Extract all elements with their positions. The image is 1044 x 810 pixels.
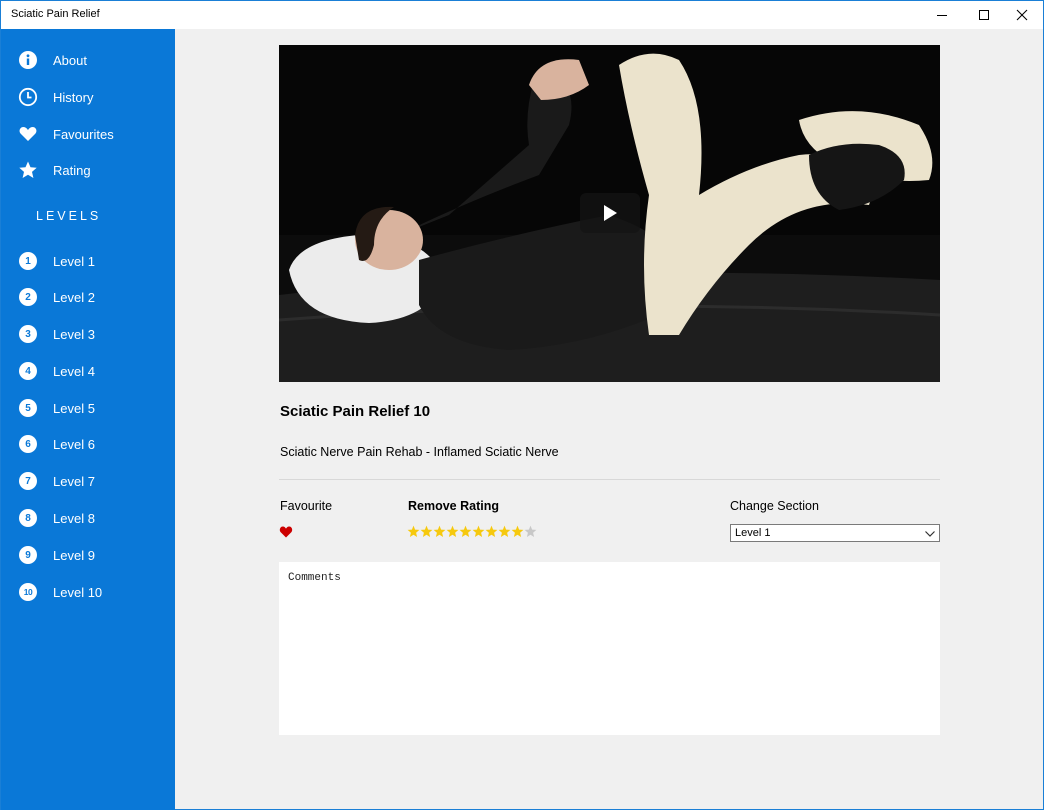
sidebar-item-level-1[interactable]: 1 Level 1: [1, 244, 175, 278]
heart-icon: [18, 124, 38, 144]
rating-stars[interactable]: [407, 525, 537, 538]
sidebar-item-label: Level 8: [53, 511, 95, 526]
info-icon: [18, 50, 38, 70]
sidebar-item-label: Level 5: [53, 401, 95, 416]
number-6-icon: 6: [18, 434, 38, 454]
maximize-icon: [979, 10, 989, 20]
rating-star-icon[interactable]: [485, 525, 498, 538]
rating-star-icon[interactable]: [459, 525, 472, 538]
sidebar-item-label: Level 9: [53, 548, 95, 563]
comments-placeholder: Comments: [288, 572, 341, 584]
rating-star-icon[interactable]: [407, 525, 420, 538]
number-9-icon: 9: [18, 545, 38, 565]
rating-star-icon[interactable]: [446, 525, 459, 538]
sidebar-item-label: Favourites: [53, 127, 114, 142]
sidebar-item-favourites[interactable]: Favourites: [1, 117, 175, 151]
favourite-label: Favourite: [280, 499, 333, 513]
rating-star-icon[interactable]: [498, 525, 511, 538]
rating-star-icon[interactable]: [433, 525, 446, 538]
sidebar-item-label: Level 7: [53, 474, 95, 489]
number-8-icon: 8: [18, 508, 38, 528]
sidebar-item-level-4[interactable]: 4 Level 4: [1, 354, 175, 388]
number-7-icon: 7: [18, 471, 38, 491]
clock-icon: [18, 87, 38, 107]
play-button[interactable]: [580, 193, 640, 233]
exercise-title: Sciatic Pain Relief 10: [280, 403, 431, 420]
levels-heading: LEVELS: [36, 209, 102, 223]
title-bar: Sciatic Pain Relief: [1, 1, 1043, 29]
sidebar-item-about[interactable]: About: [1, 43, 175, 77]
comments-textarea[interactable]: Comments: [279, 562, 940, 735]
sidebar-item-level-7[interactable]: 7 Level 7: [1, 464, 175, 498]
sidebar-item-level-6[interactable]: 6 Level 6: [1, 427, 175, 461]
section-select-value: Level 1: [735, 527, 771, 539]
remove-rating-button[interactable]: Remove Rating: [408, 499, 499, 513]
sidebar-item-rating[interactable]: Rating: [1, 153, 175, 187]
rating-star-icon[interactable]: [472, 525, 485, 538]
minimize-icon: [937, 15, 947, 16]
app-window: Sciatic Pain Relief About History Favour…: [0, 0, 1044, 810]
number-4-icon: 4: [18, 361, 38, 381]
number-3-icon: 3: [18, 324, 38, 344]
sidebar-item-label: Level 2: [53, 290, 95, 305]
number-5-icon: 5: [18, 398, 38, 418]
sidebar-item-level-8[interactable]: 8 Level 8: [1, 501, 175, 535]
minimize-button[interactable]: [919, 1, 965, 29]
close-icon: [1016, 9, 1028, 21]
sidebar-item-label: Level 10: [53, 585, 103, 600]
sidebar-item-label: Level 4: [53, 364, 95, 379]
star-icon: [18, 160, 38, 180]
rating-star-icon[interactable]: [420, 525, 433, 538]
video-player[interactable]: [279, 45, 940, 382]
close-button[interactable]: [999, 1, 1044, 29]
window-title: Sciatic Pain Relief: [11, 8, 100, 20]
sidebar-item-label: Level 6: [53, 437, 95, 452]
sidebar-item-label: Level 1: [53, 254, 95, 269]
rating-star-icon[interactable]: [511, 525, 524, 538]
divider: [279, 479, 940, 480]
play-icon: [604, 205, 617, 221]
sidebar-item-level-9[interactable]: 9 Level 9: [1, 538, 175, 572]
rating-star-icon[interactable]: [524, 525, 537, 538]
sidebar-item-label: History: [53, 90, 94, 105]
sidebar: About History Favourites Rating LEVELS 1…: [1, 29, 175, 810]
number-10-icon: 10: [18, 582, 38, 602]
sidebar-item-level-5[interactable]: 5 Level 5: [1, 391, 175, 425]
sidebar-item-level-3[interactable]: 3 Level 3: [1, 317, 175, 351]
sidebar-item-level-10[interactable]: 10 Level 10: [1, 575, 175, 609]
favourite-heart-icon[interactable]: [279, 525, 293, 538]
sidebar-item-label: Level 3: [53, 327, 95, 342]
sidebar-item-label: About: [53, 53, 87, 68]
change-section-label: Change Section: [730, 499, 819, 513]
section-select[interactable]: Level 1: [730, 524, 940, 542]
sidebar-item-level-2[interactable]: 2 Level 2: [1, 280, 175, 314]
number-1-icon: 1: [18, 251, 38, 271]
chevron-down-icon: [925, 531, 935, 537]
sidebar-item-history[interactable]: History: [1, 80, 175, 114]
number-2-icon: 2: [18, 287, 38, 307]
exercise-subtitle: Sciatic Nerve Pain Rehab - Inflamed Scia…: [280, 445, 559, 459]
sidebar-item-label: Rating: [53, 163, 91, 178]
